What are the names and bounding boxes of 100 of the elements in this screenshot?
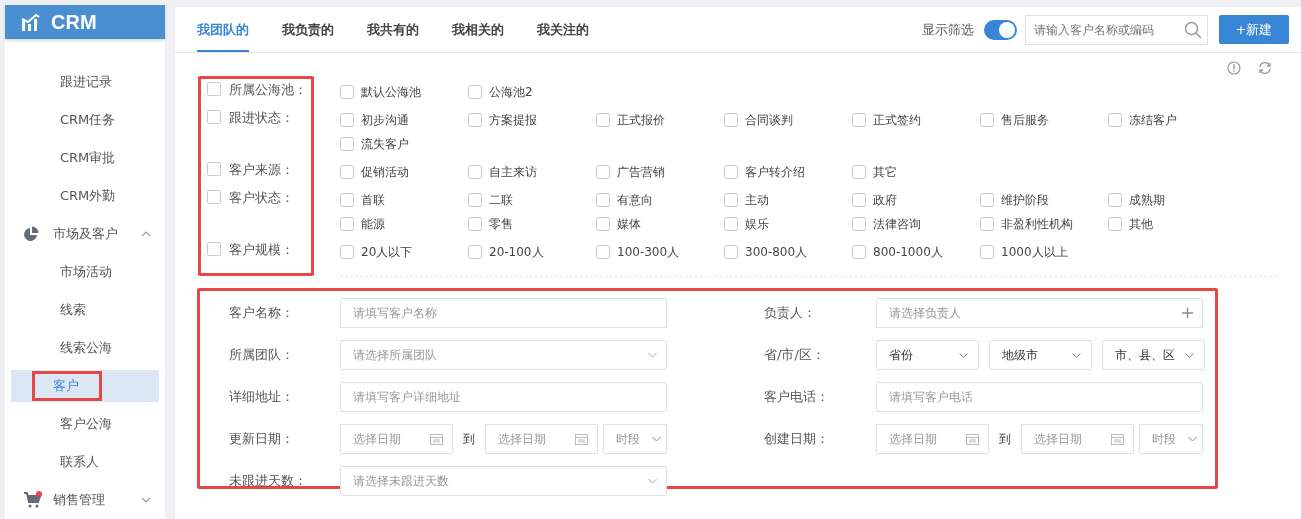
option-label: 娱乐 <box>745 215 769 233</box>
checkbox[interactable] <box>980 217 994 231</box>
option-label: 非盈利性机构 <box>1001 215 1073 233</box>
date-field[interactable]: 选择日期 <box>340 424 453 454</box>
tab[interactable]: 我关注的 <box>537 7 589 52</box>
checkbox[interactable] <box>1108 113 1122 127</box>
sidebar-item[interactable]: CRM审批 <box>11 139 159 177</box>
option-label: 其他 <box>1129 215 1153 233</box>
toggle-switch[interactable] <box>984 19 1017 40</box>
checkbox[interactable] <box>340 165 354 179</box>
checkbox[interactable] <box>468 85 482 99</box>
new-button[interactable]: +新建 <box>1219 15 1289 44</box>
option-label: 20-100人 <box>489 243 544 261</box>
select-field[interactable]: 省份 <box>876 340 979 370</box>
checkbox[interactable] <box>596 245 610 259</box>
checkbox[interactable] <box>340 137 354 151</box>
chevron-down-icon <box>141 497 151 503</box>
checkbox[interactable] <box>207 242 221 256</box>
checkbox[interactable] <box>596 165 610 179</box>
chevron-down-icon <box>1072 352 1081 358</box>
checkbox[interactable] <box>207 110 221 124</box>
checkbox[interactable] <box>207 162 221 176</box>
sidebar-item[interactable]: 市场活动 <box>11 253 159 291</box>
toggle-label: 显示筛选 <box>922 20 974 39</box>
select-field[interactable]: 请选择未跟进天数 <box>340 466 667 496</box>
input-field[interactable]: 请填写客户名称 <box>340 298 667 328</box>
select-field[interactable]: 地级市 <box>989 340 1092 370</box>
option-label: 主动 <box>745 191 769 209</box>
search-field[interactable]: 请输入客户名称或编码 <box>1025 14 1208 45</box>
chevron-down-icon <box>959 352 968 358</box>
checkbox[interactable] <box>596 217 610 231</box>
date-field[interactable]: 选择日期 <box>485 424 598 454</box>
checkbox[interactable] <box>207 82 221 96</box>
checkbox[interactable] <box>340 193 354 207</box>
calendar-icon <box>575 433 588 445</box>
checkbox[interactable] <box>980 113 994 127</box>
tab[interactable]: 我团队的 <box>197 7 249 52</box>
checkbox[interactable] <box>1108 217 1122 231</box>
checkbox[interactable] <box>724 193 738 207</box>
option-label: 默认公海池 <box>361 83 421 101</box>
field-label: 创建日期： <box>764 430 830 448</box>
tab[interactable]: 我共有的 <box>367 7 419 52</box>
checkbox[interactable] <box>724 165 738 179</box>
tab[interactable]: 我相关的 <box>452 7 504 52</box>
select-field[interactable]: 请选择所属团队 <box>340 340 667 370</box>
input-field[interactable]: 请填写客户详细地址 <box>340 382 667 412</box>
tab[interactable]: 我负责的 <box>282 7 334 52</box>
checkbox[interactable] <box>340 113 354 127</box>
sidebar-item[interactable]: 线索公海 <box>11 329 159 367</box>
select-field[interactable]: 时段 <box>1139 424 1203 454</box>
sidebar-item[interactable]: 联系人 <box>11 443 159 481</box>
checkbox[interactable] <box>852 113 866 127</box>
checkbox[interactable] <box>340 245 354 259</box>
checkbox[interactable] <box>852 245 866 259</box>
checkbox[interactable] <box>340 85 354 99</box>
filter-label: 客户规模： <box>229 241 294 259</box>
checkbox[interactable] <box>207 190 221 204</box>
option-label: 100-300人 <box>617 243 680 261</box>
checkbox[interactable] <box>724 217 738 231</box>
picker-field[interactable]: 请选择负责人 <box>876 298 1203 328</box>
checkbox[interactable] <box>852 217 866 231</box>
info-icon[interactable] <box>1227 61 1241 75</box>
date-field[interactable]: 选择日期 <box>876 424 989 454</box>
pie-chart-icon <box>23 226 39 242</box>
refresh-icon[interactable] <box>1258 61 1272 75</box>
checkbox[interactable] <box>468 165 482 179</box>
option-label: 冻结客户 <box>1129 111 1177 129</box>
chevron-down-icon <box>1188 436 1197 442</box>
checkbox[interactable] <box>980 193 994 207</box>
checkbox[interactable] <box>852 193 866 207</box>
checkbox[interactable] <box>852 165 866 179</box>
plus-icon <box>1182 307 1193 319</box>
checkbox[interactable] <box>468 113 482 127</box>
sidebar-item[interactable]: 跟进记录 <box>11 63 159 101</box>
checkbox[interactable] <box>468 217 482 231</box>
sidebar-group[interactable]: 市场及客户 <box>5 215 165 253</box>
checkbox[interactable] <box>724 113 738 127</box>
option-label: 促销活动 <box>361 163 409 181</box>
sidebar-item[interactable]: CRM外勤 <box>11 177 159 215</box>
option-label: 零售 <box>489 215 513 233</box>
field-label: 详细地址： <box>229 388 295 406</box>
checkbox[interactable] <box>980 245 994 259</box>
input-field[interactable]: 请填写客户电话 <box>876 382 1203 412</box>
sidebar-item[interactable]: 客户公海 <box>11 405 159 443</box>
sidebar-item[interactable]: 线索 <box>11 291 159 329</box>
checkbox[interactable] <box>468 193 482 207</box>
sidebar-item[interactable]: CRM任务 <box>11 101 159 139</box>
option-label: 成熟期 <box>1129 191 1165 209</box>
bar-chart-icon <box>21 13 41 31</box>
select-field[interactable]: 市、县、区 <box>1102 340 1205 370</box>
checkbox[interactable] <box>468 245 482 259</box>
checkbox[interactable] <box>596 113 610 127</box>
date-field[interactable]: 选择日期 <box>1021 424 1134 454</box>
checkbox[interactable] <box>596 193 610 207</box>
select-field[interactable]: 时段 <box>603 424 667 454</box>
sidebar-group[interactable]: 销售管理 <box>5 481 165 519</box>
checkbox[interactable] <box>340 217 354 231</box>
checkbox[interactable] <box>724 245 738 259</box>
checkbox[interactable] <box>1108 193 1122 207</box>
chevron-down-icon <box>648 352 657 358</box>
